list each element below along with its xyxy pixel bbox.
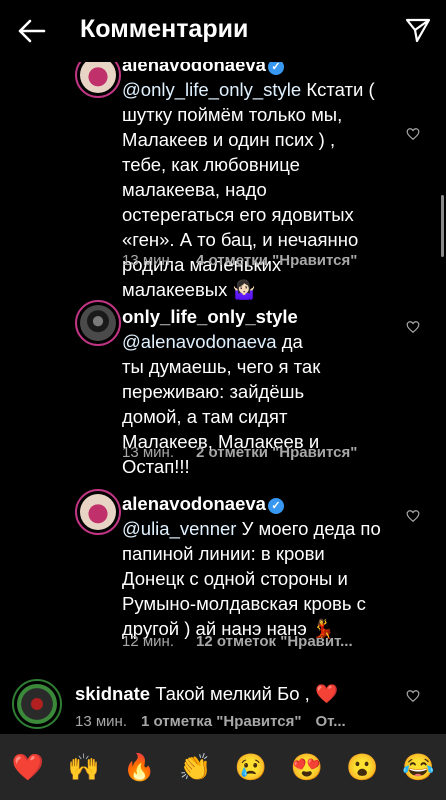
avatar[interactable] <box>75 300 121 346</box>
comment-body: Такой мелкий Бо , ❤️ <box>155 683 338 704</box>
raised-hands-emoji-button[interactable]: 🙌 <box>65 748 103 786</box>
comment-likes[interactable]: 12 отметок "Нравит... <box>196 633 353 650</box>
comment-time: 12 мин. <box>122 633 174 650</box>
clap-emoji-button[interactable]: 👏 <box>176 748 214 786</box>
comment-likes[interactable]: 1 отметка "Нравится" <box>141 713 302 730</box>
paper-plane-icon[interactable] <box>404 16 432 44</box>
avatar[interactable] <box>75 62 121 98</box>
heart-emoji-button[interactable]: ❤️ <box>9 748 47 786</box>
comment-meta: 13 мин. 4 отметки "Нравится" <box>122 252 357 269</box>
comment-meta: 13 мин. 1 отметка "Нравится" От... <box>75 713 346 730</box>
comment-time: 13 мин. <box>75 713 127 730</box>
comment-time: 13 мин. <box>122 252 174 269</box>
comment-username[interactable]: alenavodonaeva <box>122 62 266 75</box>
verified-badge-icon: ✓ <box>267 498 284 514</box>
comment-text: skidnate Такой мелкий Бо , ❤️ <box>75 681 405 706</box>
comment-mention[interactable]: @alenavodonaeva <box>122 331 277 352</box>
arrow-left-icon[interactable] <box>14 14 48 48</box>
comment-text: alenavodonaeva ✓ @ulia_venner У моего дед… <box>122 491 384 641</box>
comment-time: 13 мин. <box>122 444 174 461</box>
comment-mention[interactable]: @ulia_venner <box>122 518 236 539</box>
comment-meta: 13 мин. 2 отметки "Нравится" <box>122 444 357 461</box>
page-title: Комментарии <box>80 15 249 43</box>
avatar[interactable] <box>12 679 62 729</box>
heart-eyes-emoji-button[interactable]: 😍 <box>288 748 326 786</box>
scrollbar[interactable] <box>441 195 444 257</box>
comment-reply[interactable]: От... <box>316 713 346 730</box>
comment-username[interactable]: skidnate <box>75 683 150 704</box>
comment-likes[interactable]: 2 отметки "Нравится" <box>196 444 357 461</box>
comment-likes[interactable]: 4 отметки "Нравится" <box>196 252 357 269</box>
comment-username[interactable]: alenavodonaeva <box>122 493 266 514</box>
comments-list[interactable]: alenavodonaeva ✓ @only_life_only_style Кс… <box>0 62 446 734</box>
like-heart-icon[interactable] <box>406 320 420 334</box>
comment-mention[interactable]: @only_life_only_style <box>122 79 301 100</box>
verified-badge-icon: ✓ <box>267 62 284 75</box>
like-heart-icon[interactable] <box>406 127 420 141</box>
emoji-reaction-bar: ❤️ 🙌 🔥 👏 😢 😍 😮 😂 <box>0 734 446 800</box>
like-heart-icon[interactable] <box>406 509 420 523</box>
surprised-emoji-button[interactable]: 😮 <box>343 748 381 786</box>
comment-meta: 12 мин. 12 отметок "Нравит... <box>122 633 353 650</box>
laughing-emoji-button[interactable]: 😂 <box>399 748 437 786</box>
avatar[interactable] <box>75 489 121 535</box>
like-heart-icon[interactable] <box>406 689 420 703</box>
comment-username[interactable]: only_life_only_style <box>122 306 298 327</box>
crying-emoji-button[interactable]: 😢 <box>232 748 270 786</box>
top-bar: Комментарии <box>0 0 446 62</box>
fire-emoji-button[interactable]: 🔥 <box>120 748 158 786</box>
